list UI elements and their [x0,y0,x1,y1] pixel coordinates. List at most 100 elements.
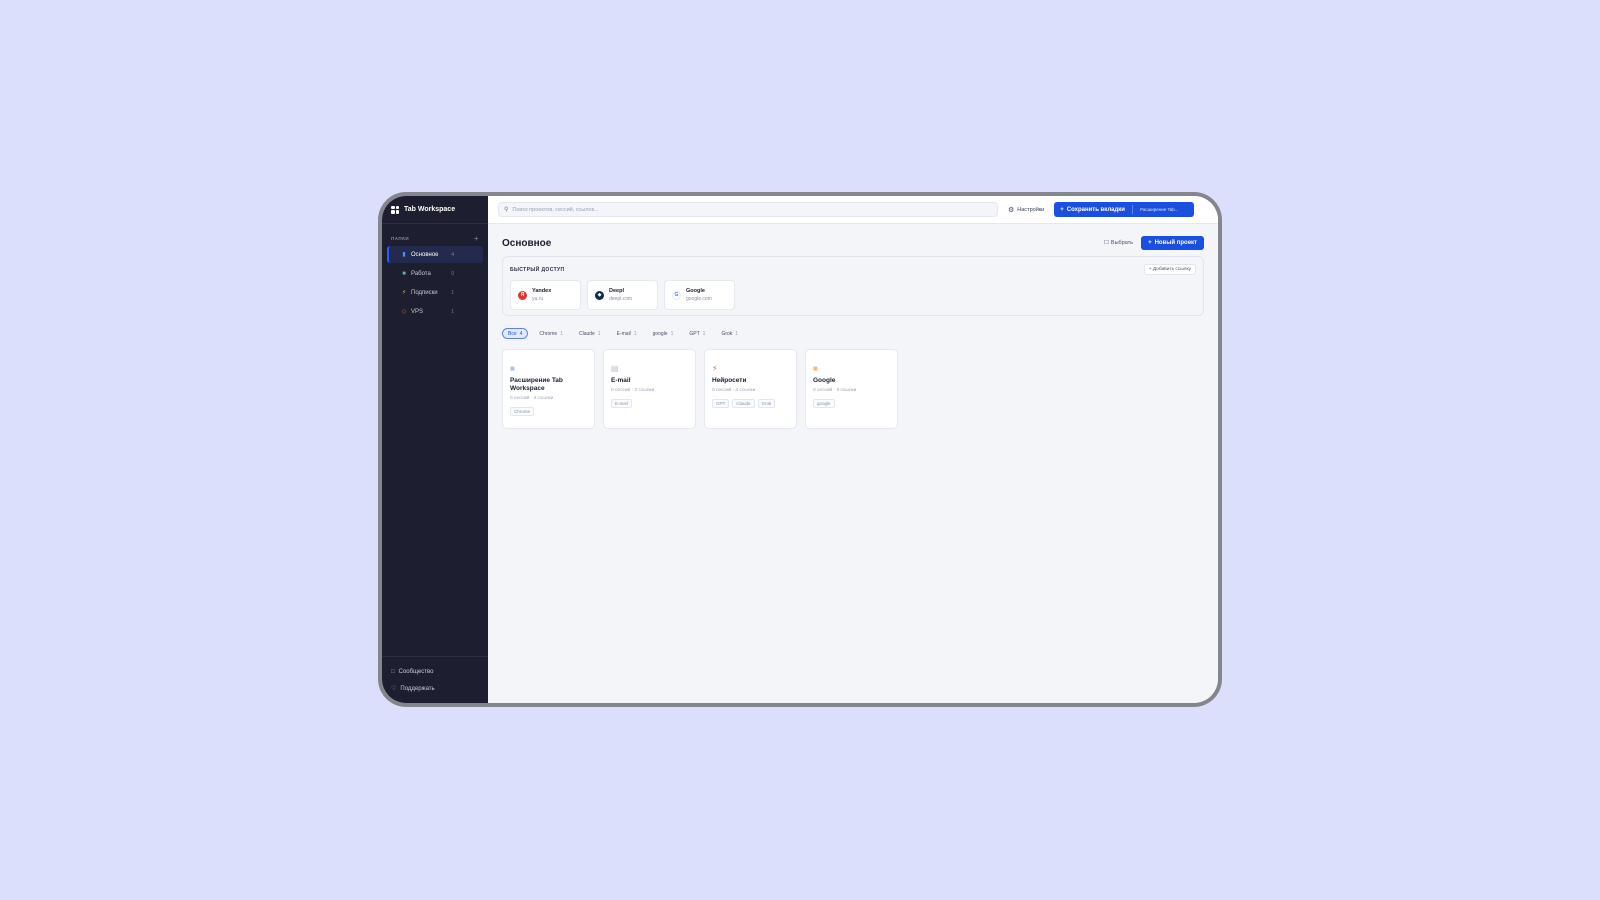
sidebar-item-osnovnoe[interactable]: ▮ Основное 4 [387,246,483,263]
sidebar-footer: □ Сообщество ♡ Поддержать [382,656,488,703]
project-grid: ■ Расширение Tab Workspace 0 сессий · 4 … [502,349,1204,429]
project-card[interactable]: ■ Google 0 сессий · 3 ссылки google [805,349,898,429]
main-area: ⚲ Поиск проектов, сессий, ссылок... ⚙ На… [488,196,1218,703]
select-button[interactable]: ☐ Выбрать [1104,240,1133,246]
project-tag: Claude [732,399,755,408]
sidebar-item-count: 1 [451,308,454,315]
checkbox-icon: ☐ [1103,240,1109,246]
quick-link-name: Google [686,288,705,294]
sidebar-item-label: Работа [411,270,431,277]
device-frame: Tab Workspace ПАПКИ + ▮ Основное 4 ■ Раб… [378,192,1222,707]
filter-chip-all[interactable]: Все 4 [502,328,529,339]
project-tag: Chrome [510,407,535,416]
project-card[interactable]: ■ Расширение Tab Workspace 0 сессий · 4 … [502,349,595,429]
project-card[interactable]: ▤ E-mail 0 сессий · 2 ссылки E-mail [603,349,696,429]
support-label: Поддержать [400,685,435,692]
community-link[interactable]: □ Сообщество [382,663,488,680]
sidebar-item-count: 0 [451,270,454,277]
archive-icon: ▤ [611,364,619,373]
filter-count: 1 [670,330,674,337]
quick-link-deepl[interactable]: ◆ Deepl deepl.com [587,280,658,310]
new-project-label: Новый проект [1154,240,1197,246]
tag-filters: Все 4 Chrome 1 Claude 1 E-mail 1 google … [502,328,1204,339]
app-brand[interactable]: Tab Workspace [382,196,488,224]
folders-label: ПАПКИ [391,235,410,241]
filter-chip-email[interactable]: E-mail 1 [612,328,642,339]
project-tags: E-mail [611,399,688,408]
project-tag: google [813,399,835,408]
sidebar-item-label: Подписки [411,289,438,296]
quick-link-name: Yandex [532,288,552,294]
briefcase-icon: ■ [402,270,406,277]
add-folder-button[interactable]: + [474,234,479,243]
header-actions: ☐ Выбрать + Новый проект [1104,236,1204,250]
gear-icon: ⚙ [1008,206,1015,214]
filter-count: 1 [597,330,601,337]
sidebar-item-podpiski[interactable]: ⚡ Подписки 1 [387,284,483,301]
quick-access-header: БЫСТРЫЙ ДОСТУП + Добавить ссылку [510,264,1196,275]
grid-icon [391,205,399,214]
select-label: Выбрать [1110,240,1134,246]
top-bar: ⚲ Поиск проектов, сессий, ссылок... ⚙ На… [488,196,1218,224]
quick-access-panel: БЫСТРЫЙ ДОСТУП + Добавить ссылку Я Yande… [502,256,1204,316]
search-placeholder: Поиск проектов, сессий, ссылок... [512,206,599,213]
filter-label: Chrome [539,330,558,337]
filter-count: 1 [735,330,739,337]
app-window: Tab Workspace ПАПКИ + ▮ Основное 4 ■ Раб… [382,196,1218,703]
sidebar: Tab Workspace ПАПКИ + ▮ Основное 4 ■ Раб… [382,196,488,703]
filter-count: 1 [560,330,563,337]
settings-label: Настройки [1017,206,1045,213]
project-meta: 0 сессий · 2 ссылки [611,388,655,393]
filter-chip-claude[interactable]: Claude 1 [574,328,606,339]
quick-link-url: google.com [686,296,712,302]
project-tags: GPT Claude Grok [712,399,789,408]
search-input[interactable]: ⚲ Поиск проектов, сессий, ссылок... [498,202,998,217]
add-link-button[interactable]: + Добавить ссылку [1143,264,1196,275]
filter-label: Claude [578,330,595,337]
project-tag: GPT [712,399,730,408]
yandex-icon: Я [518,290,527,300]
project-meta: 0 сессий · 4 ссылки [712,388,756,393]
page-title: Основное [502,237,552,249]
sidebar-item-vps[interactable]: ◇ VPS 1 [387,303,483,320]
support-link[interactable]: ♡ Поддержать [382,680,488,697]
folders-header: ПАПКИ + [382,233,488,243]
project-card[interactable]: ⚡ Нейросети 0 сессий · 4 ссылки GPT Clau… [704,349,797,429]
new-project-button[interactable]: + Новый проект [1141,236,1204,250]
sidebar-item-label: Основное [411,251,439,258]
lightning-icon: ⚡ [401,290,407,296]
quick-link-google[interactable]: G Google google.com [664,280,735,310]
filter-count: 1 [633,330,637,337]
search-icon: ⚲ [504,207,509,213]
quick-link-url: ya.ru [532,296,544,302]
project-tag: E-mail [611,399,632,408]
project-meta: 0 сессий · 4 ссылки [510,396,554,401]
sidebar-item-rabota[interactable]: ■ Работа 0 [387,265,483,282]
filter-count: 1 [702,330,706,337]
heart-icon: ♡ [391,686,397,692]
filter-chip-grok[interactable]: Grok 1 [716,328,743,339]
google-icon: G [672,290,681,300]
content: Основное ☐ Выбрать + Новый проект БЫСТРЫ… [488,224,1218,429]
sidebar-item-label: VPS [411,308,424,315]
project-tags: Chrome [510,407,587,416]
filter-label: E-mail [616,330,631,337]
settings-button[interactable]: ⚙ Настройки [1008,206,1044,214]
filter-count: 4 [519,330,523,337]
server-icon: ◇ [401,309,407,315]
quick-link-name: Deepl [609,288,624,294]
sidebar-item-count: 4 [451,251,454,258]
filter-chip-gpt[interactable]: GPT 1 [684,328,710,339]
folder-list: ▮ Основное 4 ■ Работа 0 ⚡ Подписки 1 ◇ V… [382,246,488,322]
project-name: Нейросети [712,377,747,384]
community-label: Сообщество [398,668,434,675]
bookmark-icon: ▮ [402,252,406,258]
filter-chip-google[interactable]: google 1 [648,328,679,339]
page-header: Основное ☐ Выбрать + Новый проект [502,234,1204,252]
filter-label: google [652,330,668,337]
save-tabs-button[interactable]: + Сохранить вкладки Расширение Tab... [1054,202,1195,217]
extension-label: Расширение Tab... [1139,207,1179,212]
filter-chip-chrome[interactable]: Chrome 1 [534,328,568,339]
quick-link-yandex[interactable]: Я Yandex ya.ru [510,280,581,310]
project-name: Расширение Tab Workspace [510,377,563,392]
